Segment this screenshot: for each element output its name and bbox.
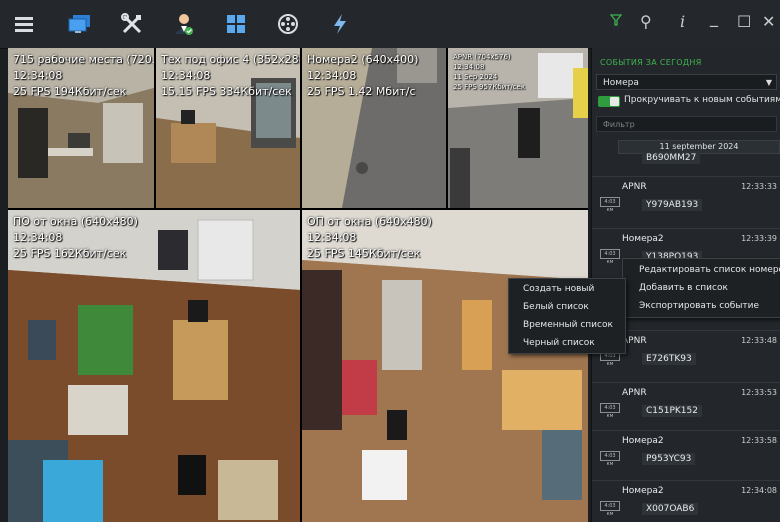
tools-icon[interactable] (118, 10, 146, 38)
event-item[interactable]: Номера2 12:33:58 4:03 км P953YC93 (592, 430, 780, 479)
camera-stats: 25 FPS 1.42 Мбит/с (307, 85, 416, 98)
plate-number: Y979AB193 (642, 199, 703, 211)
event-badge: 4:03 км (600, 249, 620, 265)
camera-time: 12:34:08 (13, 69, 63, 82)
camera-time: 12:34:08 (307, 69, 357, 82)
camera-grid: 715 рабочие места (720... 12:34:08 25 FP… (8, 48, 588, 522)
list-submenu: Создать новый Белый список Временный спи… (508, 278, 626, 354)
event-badge: 4:03 км (600, 501, 620, 517)
event-time: 12:33:48 (741, 336, 777, 345)
event-source: APNR (622, 182, 647, 192)
event-type-value: Номера (603, 78, 639, 88)
camera-stats: 25 FPS 162Кбит/сек (13, 247, 127, 260)
plate-number: E726TK93 (642, 353, 696, 365)
camera-name: APNR (704x576) (453, 53, 511, 61)
autoscroll-toggle[interactable] (598, 96, 620, 107)
menu-item-temporary-list[interactable]: Временный список (523, 320, 613, 330)
camera-stats: 25 FPS 145Кбит/сек (307, 247, 421, 260)
event-item[interactable]: APNR 12:33:53 4:03 км C151PK152 (592, 382, 780, 433)
monitor-icon[interactable] (66, 10, 94, 38)
main-toolbar: ⚲ i _ ☐ ✕ (0, 0, 780, 49)
event-badge: 4:03 км (600, 451, 620, 467)
event-time: 12:33:58 (741, 436, 777, 445)
filter-icon[interactable] (609, 12, 623, 31)
camera-tile-op-window[interactable]: ОП от окна (640x480) 12:34:08 25 FPS 145… (302, 210, 588, 522)
autoscroll-label: Прокручивать к новым событиям (624, 95, 780, 105)
event-badge: 4:03 км (600, 197, 620, 213)
plate-number: B690MM27 (642, 152, 701, 164)
camera-tile-workplaces[interactable]: 715 рабочие места (720... 12:34:08 25 FP… (8, 48, 154, 208)
plate-number: P953YC93 (642, 453, 696, 465)
event-type-select[interactable]: Номера ▼ (596, 74, 777, 90)
event-time: 12:33:53 (741, 388, 777, 397)
event-source: Номера2 (622, 436, 664, 446)
close-icon[interactable]: ✕ (762, 12, 775, 31)
panel-title: СОБЫТИЯ ЗА СЕГОДНЯ (600, 58, 702, 67)
camera-stats: 15.15 FPS 334Кбит/сек (161, 85, 292, 98)
camera-name: Тех под офис 4 (352x288) (161, 53, 300, 66)
chevron-down-icon: ▼ (765, 78, 772, 87)
plate-number: X007OAB6 (642, 503, 699, 515)
camera-time: 12:34:08 (161, 69, 211, 82)
lightning-icon[interactable] (326, 10, 354, 38)
menu-icon[interactable] (10, 10, 38, 38)
maximize-icon[interactable]: ☐ (737, 12, 751, 31)
camera-name: ОП от окна (640x480) (307, 215, 432, 228)
event-source: APNR (622, 388, 647, 398)
camera-stats: 25 FPS 194Кбит/сек (13, 85, 127, 98)
camera-tile-apnr[interactable]: APNR (704x576) 12:34:08 11 Sep 2024 25 F… (448, 48, 588, 208)
operator-icon[interactable] (170, 10, 198, 38)
layout-grid-icon[interactable] (222, 10, 250, 38)
camera-name: 715 рабочие места (720... (13, 53, 154, 66)
event-item[interactable]: APNR 12:33:33 4:03 км Y979AB193 (592, 176, 780, 227)
filter-input[interactable]: Фильтр (596, 116, 777, 132)
menu-item-edit-plate-list[interactable]: Редактировать список номеров (639, 265, 780, 275)
menu-item-black-list[interactable]: Черный список (523, 338, 595, 348)
event-context-menu: Редактировать список номеров Добавить в … (622, 258, 780, 318)
camera-tile-plates2[interactable]: Номера2 (640x400) 12:34:08 25 FPS 1.42 М… (302, 48, 446, 208)
camera-name: Номера2 (640x400) (307, 53, 419, 66)
film-reel-icon[interactable] (274, 10, 302, 38)
event-time: 12:33:39 (741, 234, 777, 243)
menu-item-add-to-list[interactable]: Добавить в список (639, 283, 728, 293)
menu-item-export-event[interactable]: Экспортировать событие (639, 301, 759, 311)
minimize-icon[interactable]: _ (710, 8, 718, 27)
event-badge: 4:03 км (600, 403, 620, 419)
event-item[interactable]: Номера2 12:34:08 4:03 км X007OAB6 (592, 480, 780, 522)
plate-number: C151PK152 (642, 405, 702, 417)
camera-tile-po-window[interactable]: ПО от окна (640x480) 12:34:08 25 FPS 162… (8, 210, 300, 522)
event-time: 12:34:08 (741, 486, 777, 495)
camera-name: ПО от окна (640x480) (13, 215, 138, 228)
camera-tile-tech-office[interactable]: Тех под офис 4 (352x288) 12:34:08 15.15 … (156, 48, 300, 208)
menu-item-white-list[interactable]: Белый список (523, 302, 589, 312)
pin-icon[interactable]: ⚲ (640, 12, 652, 31)
camera-stats: 25 FPS 957Кбит/сек (453, 83, 526, 91)
event-source: Номера2 (622, 234, 664, 244)
info-icon[interactable]: i (680, 12, 685, 31)
camera-date: 11 Sep 2024 (453, 73, 498, 81)
event-item[interactable]: B690MM27 (592, 148, 780, 174)
menu-item-create-new[interactable]: Создать новый (523, 284, 594, 294)
camera-time: 12:34:08 (453, 63, 485, 71)
camera-time: 12:34:08 (307, 231, 357, 244)
event-source: Номера2 (622, 486, 664, 496)
event-time: 12:33:33 (741, 182, 777, 191)
camera-time: 12:34:08 (13, 231, 63, 244)
